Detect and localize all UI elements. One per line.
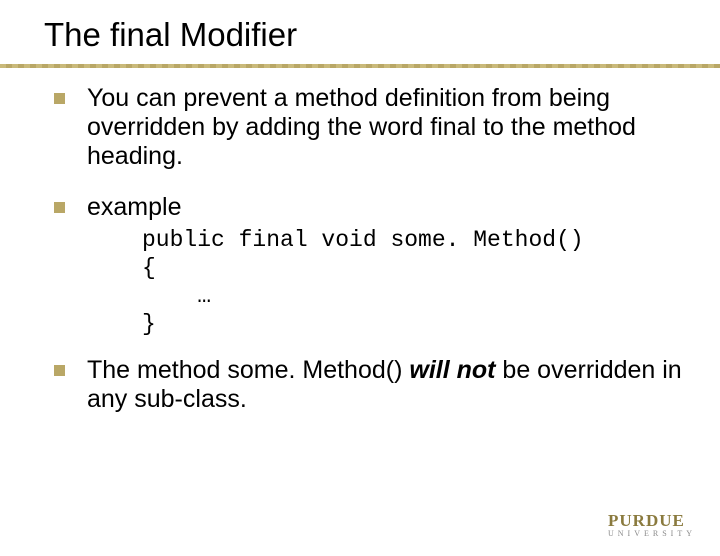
code-line: { (142, 255, 156, 281)
logo-sub: UNIVERSITY (608, 529, 696, 538)
code-block: public final void some. Method() { … } (142, 226, 706, 338)
logo-name: PURDUE (608, 511, 696, 531)
code-line: … (142, 283, 211, 309)
bullet-text: The method some. Method() will not be ov… (87, 356, 706, 414)
bullet-list: You can prevent a method definition from… (54, 84, 706, 414)
purdue-logo: PURDUE UNIVERSITY (608, 511, 696, 538)
square-bullet-icon (54, 365, 65, 376)
list-item: You can prevent a method definition from… (54, 84, 706, 171)
code-line: } (142, 311, 156, 337)
code-line: public final void some. Method() (142, 227, 584, 253)
square-bullet-icon (54, 202, 65, 213)
square-bullet-icon (54, 93, 65, 104)
bullet-text: example (87, 193, 182, 222)
list-item: The method some. Method() will not be ov… (54, 356, 706, 414)
title-rule (0, 58, 720, 70)
list-item: example (54, 193, 706, 222)
slide-title: The final Modifier (44, 16, 720, 54)
bullet-text: You can prevent a method definition from… (87, 84, 706, 171)
emphasis-text: will not (409, 356, 495, 384)
